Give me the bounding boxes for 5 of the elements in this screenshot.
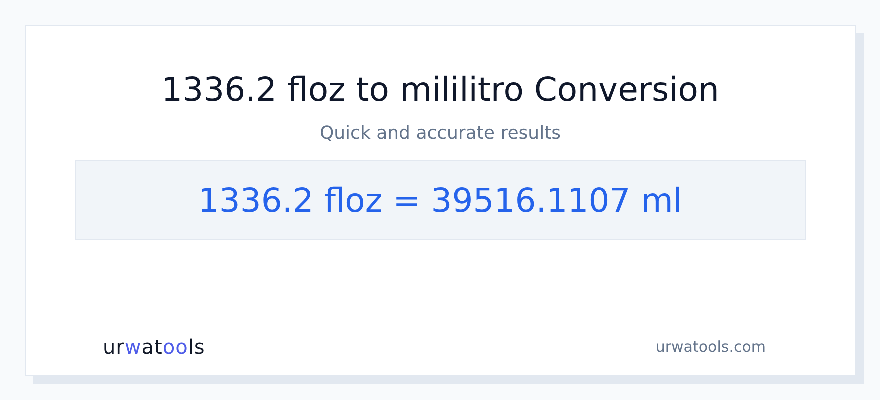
subtitle: Quick and accurate results xyxy=(320,123,562,144)
page-title: 1336.2 floz to mililitro Conversion xyxy=(162,70,720,109)
site-address: urwatools.com xyxy=(656,338,766,356)
result-panel: 1336.2 floz = 39516.1107 ml xyxy=(75,160,806,240)
logo: urwatools xyxy=(103,335,206,359)
